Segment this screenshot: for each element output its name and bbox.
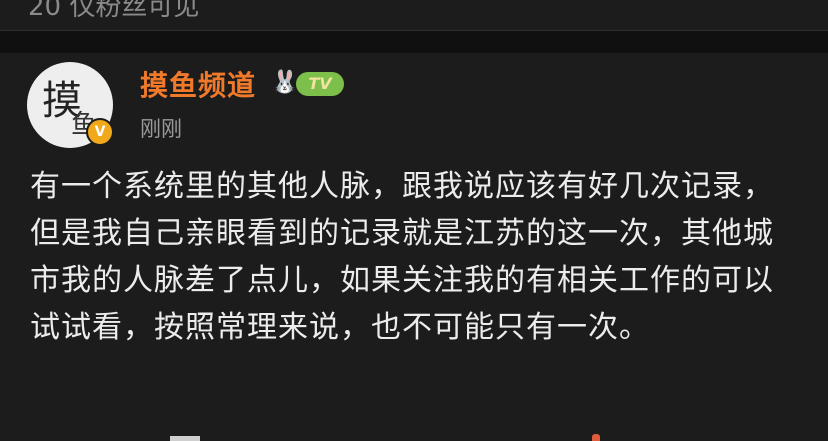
- author-name[interactable]: 摸鱼频道: [140, 64, 256, 104]
- post-time: 刚刚: [140, 117, 182, 141]
- divider: [0, 31, 828, 53]
- previous-post-strip: 20 仅粉丝可见: [0, 0, 828, 31]
- verified-icon: V: [86, 118, 114, 146]
- post-content: 有一个系统里的其他人脉，跟我说应该有好几次记录，但是我自己亲眼看到的记录就是江苏…: [30, 169, 774, 345]
- rabbit-icon: 🐰: [271, 70, 299, 95]
- action-bar: [0, 430, 828, 441]
- visibility-text: 20 仅粉丝可见: [28, 0, 200, 22]
- tv-badge[interactable]: TV: [296, 72, 344, 96]
- share-icon[interactable]: [170, 436, 200, 441]
- like-icon[interactable]: [592, 434, 600, 441]
